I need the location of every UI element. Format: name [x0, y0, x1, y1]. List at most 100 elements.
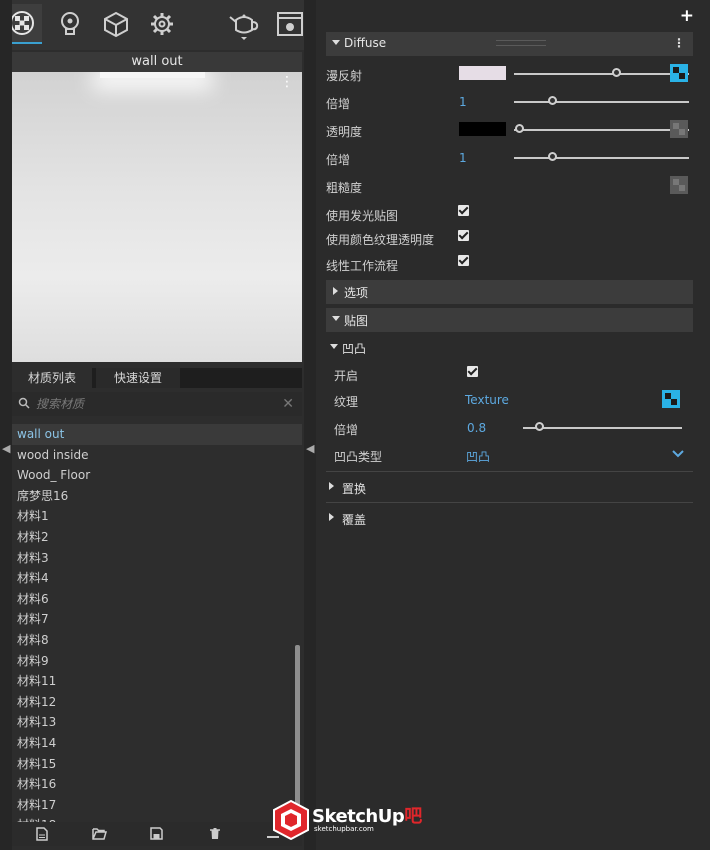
list-item[interactable]: 材料16 — [12, 774, 302, 795]
preview-light — [100, 72, 205, 78]
diffuse-slider-track[interactable] — [514, 73, 689, 75]
multiplier-value[interactable]: 1 — [459, 151, 467, 165]
roughness-texture-icon[interactable] — [670, 176, 688, 194]
use-emissive-checkbox[interactable] — [458, 205, 469, 216]
expand-right-icon — [333, 287, 338, 295]
tab-quick-settings[interactable]: 快速设置 — [96, 368, 180, 388]
add-icon[interactable]: + — [680, 6, 694, 26]
list-item[interactable]: 材料14 — [12, 733, 302, 754]
preview-floor — [12, 277, 302, 362]
list-item[interactable]: 材料2 — [12, 527, 302, 548]
overlay-header[interactable]: 覆盖 — [342, 511, 366, 528]
lights-tab-button[interactable] — [50, 4, 90, 44]
multiplier-label: 倍增 — [326, 97, 351, 111]
bump-enable-label: 开启 — [334, 369, 359, 383]
section-menu-icon[interactable]: ⋮ — [673, 36, 685, 50]
expand-down-icon — [332, 316, 340, 321]
bump-type-label: 凹凸类型 — [334, 450, 383, 464]
list-item[interactable]: 材料17 — [12, 795, 302, 816]
diffuse-section-header[interactable]: Diffuse ⋮ — [326, 32, 693, 56]
panel-collapse-handle[interactable]: ◀ — [304, 0, 316, 850]
use-color-texture-opacity-label: 使用颜色纹理透明度 — [326, 233, 435, 247]
divider — [326, 471, 693, 472]
opacity-texture-icon[interactable] — [670, 120, 688, 138]
new-file-icon[interactable] — [36, 827, 48, 841]
clear-search-icon[interactable]: ✕ — [282, 396, 294, 412]
use-emissive-label: 使用发光贴图 — [326, 209, 399, 223]
open-folder-icon[interactable] — [92, 827, 107, 840]
save-icon[interactable] — [150, 827, 163, 840]
bulb-icon — [61, 12, 79, 35]
maps-header-label: 贴图 — [344, 314, 369, 328]
left-collapse-handle[interactable]: ◀ — [0, 0, 12, 850]
list-item[interactable]: 材料15 — [12, 754, 302, 775]
sketchup-logo-icon — [273, 800, 309, 840]
preview-title: wall out — [12, 52, 302, 72]
list-item[interactable]: wall out — [12, 424, 302, 445]
search-icon — [18, 397, 30, 409]
displacement-header[interactable]: 置换 — [342, 480, 366, 497]
cube-icon — [104, 11, 128, 38]
expand-right-icon[interactable] — [328, 513, 336, 521]
expand-down-icon[interactable] — [330, 343, 338, 351]
diffuse-slider-knob[interactable] — [612, 68, 621, 77]
bump-multiplier-label: 倍增 — [334, 423, 359, 437]
multiplier-slider-track[interactable] — [514, 101, 689, 103]
bump-header[interactable]: 凹凸 — [342, 340, 366, 357]
bump-multiplier-slider-track[interactable] — [523, 427, 682, 429]
chevron-left-icon: ◀ — [306, 442, 315, 455]
watermark-url: sketchupbar.com — [314, 825, 374, 833]
multiplier-value[interactable]: 1 — [459, 95, 467, 109]
chevron-down-icon[interactable] — [672, 450, 684, 458]
list-item[interactable]: 材料8 — [12, 630, 302, 651]
list-scrollbar[interactable] — [295, 645, 300, 820]
material-list: wall out wood inside Wood_ Floor 席梦思16 材料1 材料… — [12, 424, 302, 822]
bump-multiplier-value[interactable]: 0.8 — [467, 421, 486, 435]
toolbar — [0, 0, 304, 50]
multiplier-slider-track[interactable] — [514, 157, 689, 159]
delete-icon[interactable] — [209, 827, 221, 840]
list-item[interactable]: 材料9 — [12, 651, 302, 672]
bump-enable-checkbox[interactable] — [467, 366, 478, 377]
list-item[interactable]: 材料18 — [12, 815, 302, 822]
preview-wall — [12, 72, 302, 277]
diffuse-header-label: Diffuse — [344, 36, 387, 50]
list-item[interactable]: 材料1 — [12, 506, 302, 527]
list-item[interactable]: 材料13 — [12, 712, 302, 733]
search-input[interactable] — [36, 395, 276, 413]
tab-material-list[interactable]: 材质列表 — [12, 368, 92, 388]
list-item[interactable]: 材料7 — [12, 609, 302, 630]
diffuse-label: 漫反射 — [326, 69, 363, 83]
list-item[interactable]: 材料11 — [12, 671, 302, 692]
drag-grip-icon[interactable] — [496, 40, 546, 46]
opacity-color-swatch[interactable] — [459, 122, 506, 136]
material-preview[interactable]: ⋮ — [12, 72, 302, 362]
multiplier-slider-knob[interactable] — [548, 152, 557, 161]
diffuse-color-swatch[interactable] — [459, 66, 506, 80]
bump-texture-value[interactable]: Texture — [465, 393, 509, 407]
list-item[interactable]: Wood_ Floor — [12, 465, 302, 486]
bump-texture-icon[interactable] — [662, 390, 680, 408]
render-button[interactable] — [222, 4, 266, 44]
maps-section-header[interactable]: 贴图 — [326, 308, 693, 332]
geometry-tab-button[interactable] — [96, 4, 136, 44]
diffuse-texture-icon[interactable] — [670, 64, 688, 82]
linear-workflow-checkbox[interactable] — [458, 255, 469, 266]
expand-right-icon[interactable] — [328, 482, 336, 490]
options-section-header[interactable]: 选项 — [326, 280, 693, 304]
list-item[interactable]: 材料12 — [12, 692, 302, 713]
multiplier-slider-knob[interactable] — [548, 96, 557, 105]
bump-multiplier-slider-knob[interactable] — [535, 422, 544, 431]
settings-tab-button[interactable] — [142, 4, 182, 44]
list-item[interactable]: 材料4 — [12, 568, 302, 589]
list-item[interactable]: wood inside — [12, 445, 302, 466]
material-ball-icon — [10, 11, 34, 35]
list-item[interactable]: 席梦思16 — [12, 486, 302, 507]
opacity-slider-track[interactable] — [514, 129, 689, 131]
list-item[interactable]: 材料3 — [12, 548, 302, 569]
list-item[interactable]: 材料6 — [12, 589, 302, 610]
preview-more-icon[interactable]: ⋮ — [280, 75, 294, 89]
use-color-texture-opacity-checkbox[interactable] — [458, 230, 469, 241]
opacity-slider-knob[interactable] — [515, 124, 524, 133]
bump-type-value[interactable]: 凹凸 — [466, 448, 490, 465]
